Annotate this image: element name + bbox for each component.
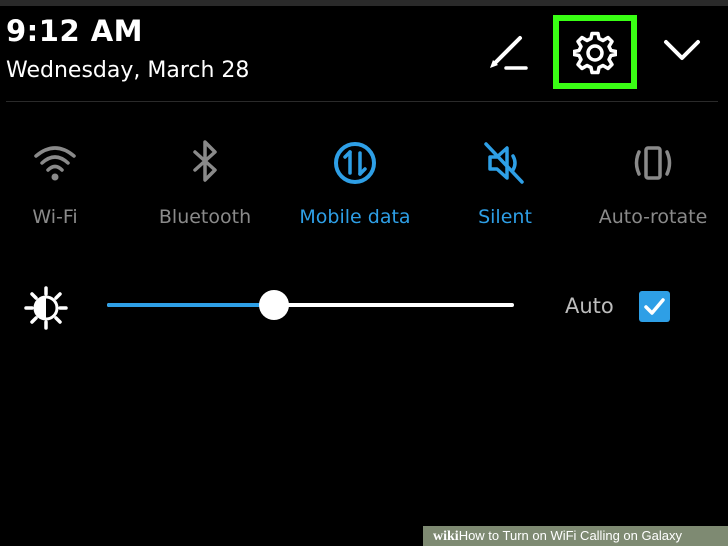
auto-rotate-icon	[634, 146, 672, 180]
tile-wifi[interactable]: Wi-Fi	[0, 138, 130, 238]
wifi-icon	[34, 146, 76, 181]
collapse-button[interactable]	[658, 30, 706, 72]
settings-button[interactable]	[553, 15, 637, 89]
watermark-text: How to Turn on WiFi Calling on Galaxy	[458, 528, 682, 543]
chevron-down-icon	[664, 40, 700, 60]
tile-label: Auto-rotate	[598, 206, 708, 228]
tile-label: Mobile data	[299, 206, 411, 228]
checkmark-icon	[644, 298, 665, 315]
brightness-icon	[24, 286, 68, 334]
tile-auto-rotate[interactable]: Auto-rotate	[578, 138, 728, 238]
bluetooth-icon	[193, 140, 217, 182]
watermark: wikiHow to Turn on WiFi Calling on Galax…	[423, 526, 728, 546]
brightness-slider[interactable]	[107, 290, 514, 320]
edit-button[interactable]	[484, 30, 530, 76]
brightness-slider-thumb[interactable]	[258, 290, 289, 320]
tile-label: Silent	[478, 206, 532, 228]
tile-silent[interactable]: Silent	[430, 138, 580, 238]
gear-icon	[573, 31, 617, 75]
tile-label: Wi-Fi	[32, 206, 78, 228]
brightness-slider-fill	[107, 303, 274, 307]
silent-icon	[484, 142, 524, 184]
clock-date: Wednesday, March 28	[6, 58, 250, 83]
header-divider	[6, 101, 718, 102]
clock-time: 9:12 AM	[6, 14, 144, 48]
pencil-icon	[490, 36, 528, 70]
mobile-data-icon	[334, 142, 376, 184]
tile-mobile-data[interactable]: Mobile data	[280, 138, 430, 238]
watermark-brand: wiki	[433, 529, 459, 544]
tile-label: Bluetooth	[158, 206, 252, 228]
tile-bluetooth[interactable]: Bluetooth	[130, 138, 280, 238]
auto-brightness-checkbox[interactable]	[639, 291, 670, 322]
auto-brightness-label: Auto	[565, 294, 614, 318]
top-edge	[0, 0, 728, 6]
